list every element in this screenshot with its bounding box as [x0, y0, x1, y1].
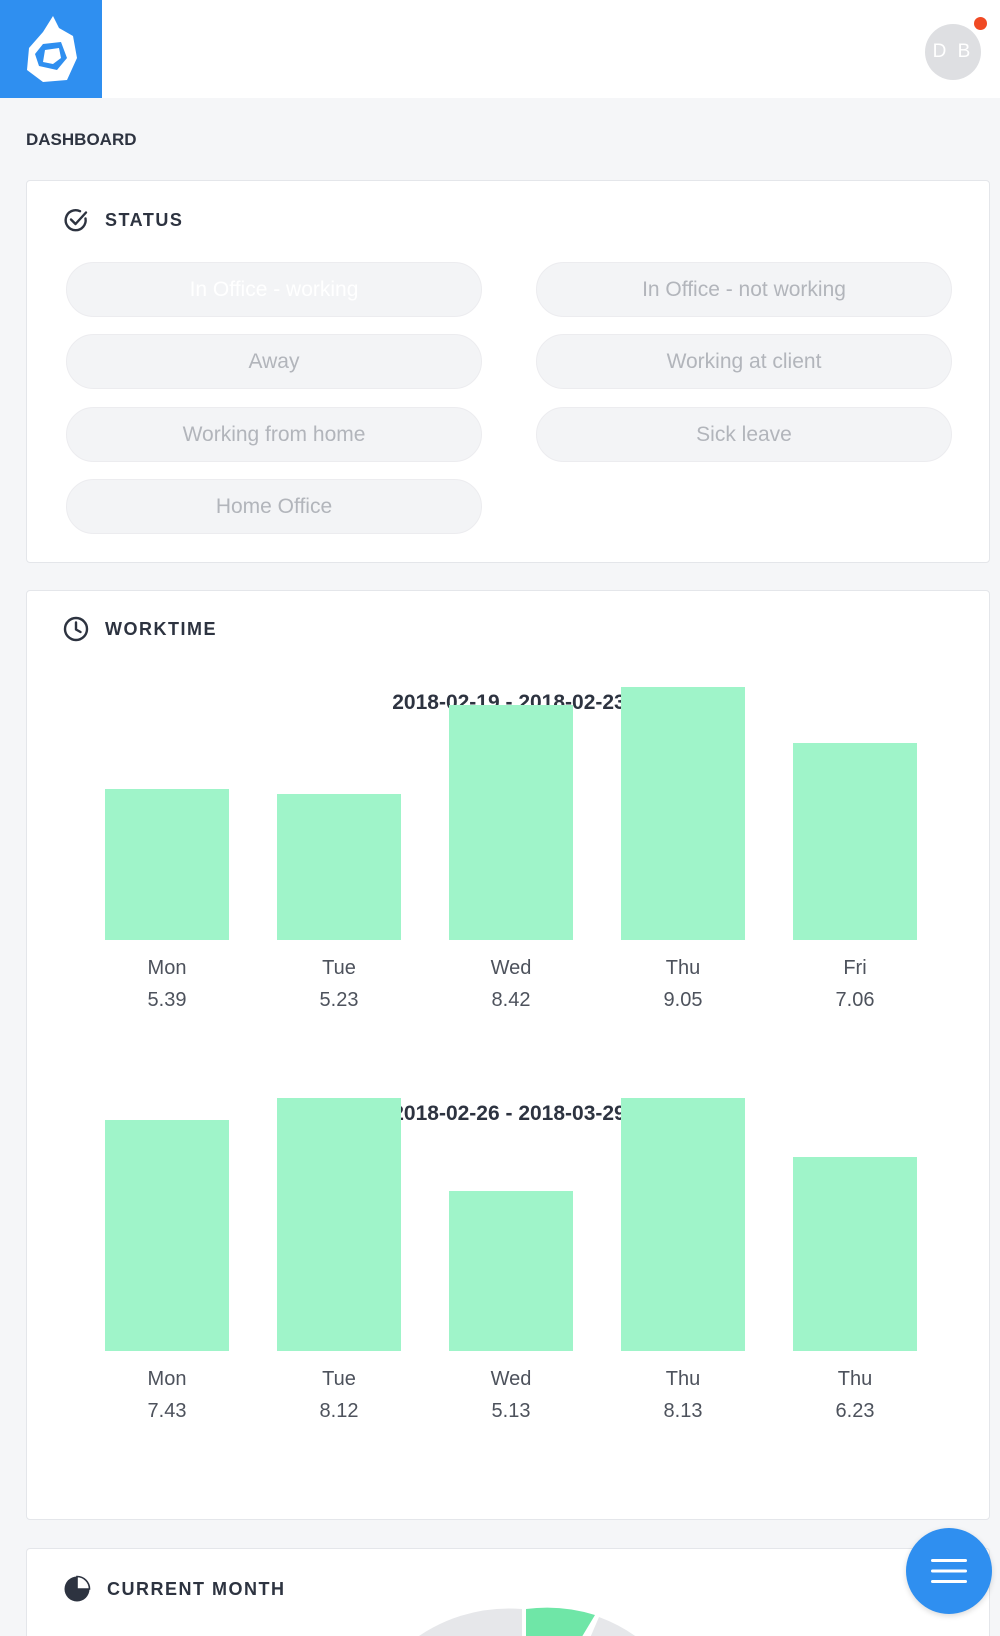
- status-option-away[interactable]: Away: [66, 334, 482, 389]
- bar-mon: [105, 1120, 229, 1351]
- bar-thu: [793, 1157, 917, 1351]
- bar-day-label: Fri: [843, 957, 867, 979]
- current-month-title: CURRENT MONTH: [107, 1578, 286, 1599]
- avatar[interactable]: D B: [925, 24, 981, 80]
- app-logo-icon: [27, 16, 77, 82]
- notification-dot: [974, 17, 987, 30]
- current-month-header: CURRENT MONTH: [63, 1575, 286, 1603]
- bar-value-label: 6.23: [835, 1400, 875, 1422]
- current-month-pie: [419, 1607, 636, 1636]
- bar-day-label: Wed: [490, 957, 532, 979]
- bar-value-label: 7.43: [147, 1400, 187, 1422]
- bar-wed: [449, 1191, 573, 1351]
- bar-wed: [449, 705, 573, 940]
- bar-thu: [621, 1098, 745, 1351]
- bar-mon: [105, 789, 229, 940]
- page-title: DASHBOARD: [26, 130, 137, 149]
- status-card: STATUS In Office - working In Office - n…: [26, 180, 990, 563]
- top-bar: D B: [0, 0, 1000, 98]
- week-1-bar-chart: Mon 5.39 Tue 5.23 Wed 8.42 Thu 9.05 Fri 7.06: [27, 687, 991, 1031]
- bar-tue: [277, 1098, 401, 1351]
- status-option-in-office-not-working[interactable]: In Office - not working: [536, 262, 952, 317]
- status-header: STATUS: [63, 207, 183, 233]
- bar-value-label: 5.39: [147, 989, 187, 1011]
- bar-day-label: Tue: [322, 1368, 356, 1390]
- bar-fri: [793, 743, 917, 940]
- avatar-initials: D B: [932, 41, 974, 62]
- bar-thu: [621, 687, 745, 940]
- bar-value-label: 5.13: [491, 1400, 531, 1422]
- status-option-home-office[interactable]: Home Office: [66, 479, 482, 534]
- status-option-in-office-working[interactable]: In Office - working: [66, 262, 482, 317]
- worktime-title: WORKTIME: [105, 618, 217, 639]
- clock-icon: [63, 616, 89, 642]
- menu-fab-button[interactable]: [906, 1528, 992, 1614]
- bar-value-label: 8.13: [663, 1400, 703, 1422]
- status-option-working-from-home[interactable]: Working from home: [66, 407, 482, 462]
- check-circle-icon: [64, 209, 88, 232]
- status-option-sick-leave[interactable]: Sick leave: [536, 407, 952, 462]
- week-2-bar-chart: Mon 7.43 Tue 8.12 Wed 5.13 Thu 8.13 Thu 6.23: [27, 1098, 991, 1442]
- bar-day-label: Thu: [665, 1368, 701, 1390]
- bar-value-label: 7.06: [835, 989, 875, 1011]
- current-month-card: CURRENT MONTH: [26, 1548, 990, 1636]
- bar-tue: [277, 794, 401, 940]
- bar-value-label: 8.42: [491, 989, 531, 1011]
- status-title: STATUS: [105, 209, 184, 230]
- bar-day-label: Tue: [322, 957, 356, 979]
- app-logo[interactable]: [0, 0, 102, 98]
- bar-day-label: Mon: [147, 957, 187, 979]
- pie-chart-icon: [64, 1575, 91, 1602]
- bar-day-label: Wed: [490, 1368, 532, 1390]
- bar-value-label: 8.12: [319, 1400, 359, 1422]
- bar-day-label: Thu: [837, 1368, 873, 1390]
- menu-icon: [931, 1559, 967, 1583]
- worktime-header: WORKTIME: [63, 616, 217, 642]
- bar-value-label: 9.05: [663, 989, 703, 1011]
- bar-value-label: 5.23: [319, 989, 359, 1011]
- bar-day-label: Mon: [147, 1368, 187, 1390]
- bar-day-label: Thu: [665, 957, 701, 979]
- worktime-card: WORKTIME 2018-02-19 - 2018-02-23 Mon 5.39…: [26, 590, 990, 1520]
- status-option-working-at-client[interactable]: Working at client: [536, 334, 952, 389]
